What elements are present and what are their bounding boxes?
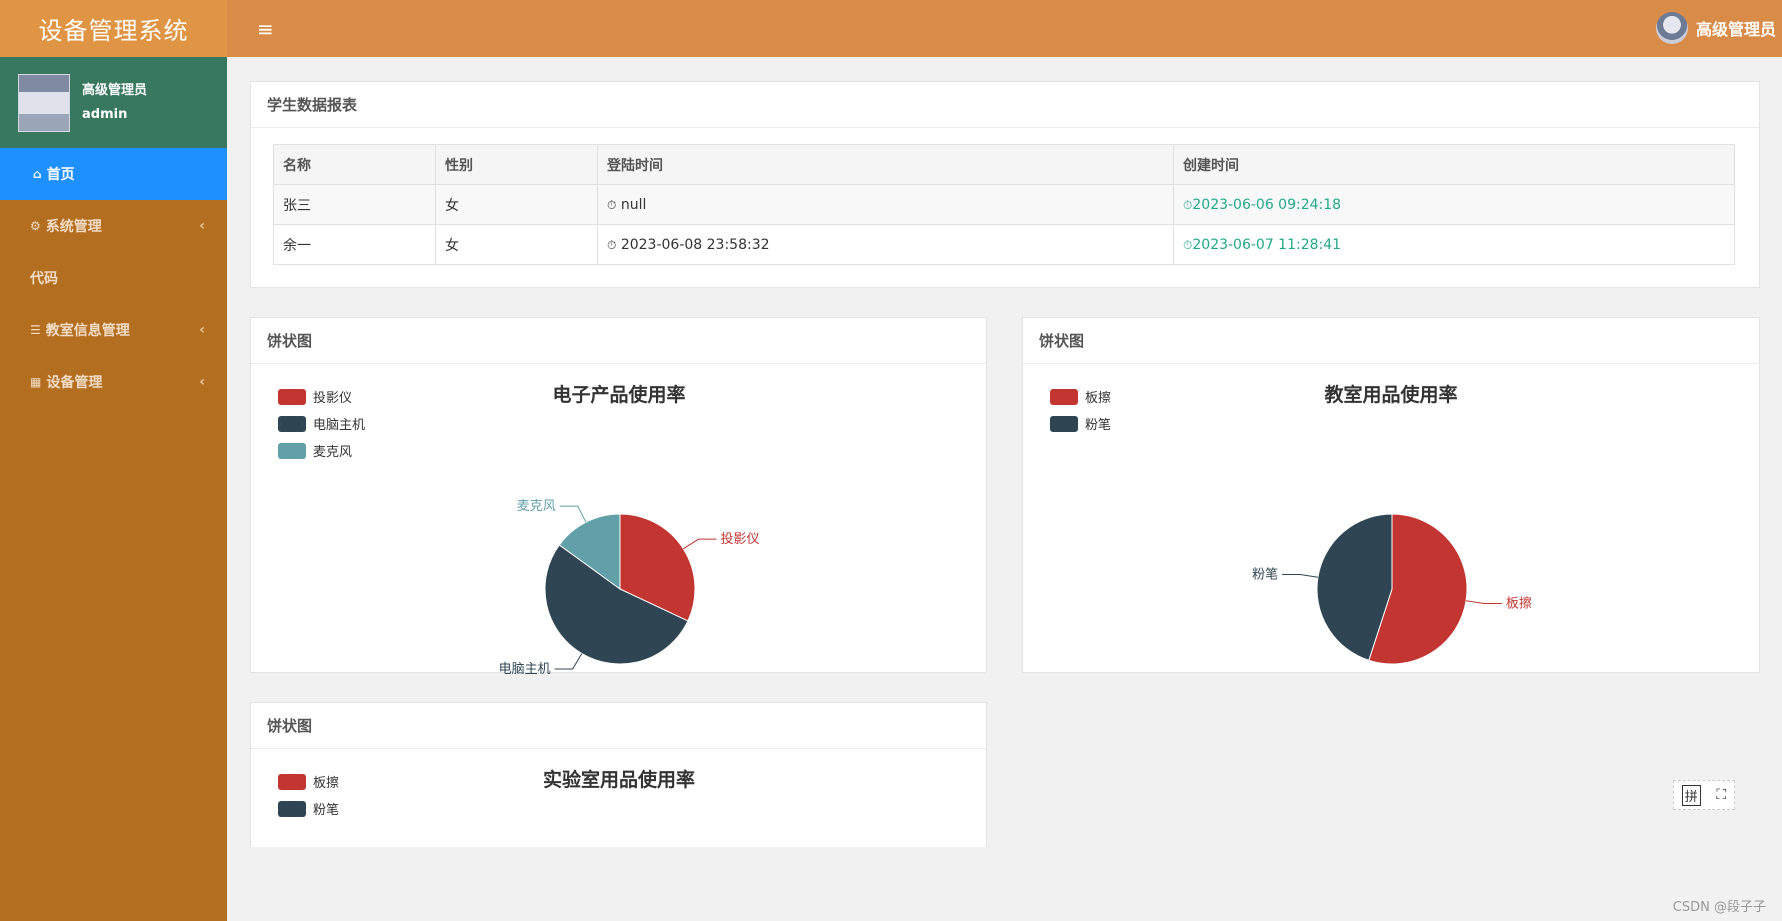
report-table: 名称 性别 登陆时间 创建时间 张三 女 ⏱ null ⏱2023-06-06 …: [273, 144, 1735, 265]
slice-label: 板擦: [1506, 597, 1532, 612]
sidebar-item-label: 设备管理: [46, 375, 103, 391]
pie-panel-3: 饼状图 板擦 粉笔 实验室用品使用率: [250, 702, 987, 847]
chart-legend: 板擦 粉笔: [278, 768, 339, 822]
legend-item[interactable]: 粉笔: [278, 795, 339, 822]
ime-pinyin-icon[interactable]: 拼: [1681, 784, 1701, 806]
chevron-left-icon: ‹: [199, 322, 205, 338]
sidebar-item-label: 教室信息管理: [45, 323, 130, 339]
panel-title: 饼状图: [251, 703, 986, 749]
table-icon: ▦: [30, 375, 42, 389]
sidebar-item-label: 代码: [30, 271, 58, 287]
menu-toggle-icon[interactable]: ≡: [257, 17, 274, 41]
slice-label: 粉笔: [1252, 566, 1278, 582]
cell-gender: 女: [435, 184, 598, 225]
user-name: 高级管理员: [1695, 20, 1776, 39]
ime-toolbar[interactable]: 拼 ⛶: [1673, 780, 1735, 810]
column-header: 名称: [273, 144, 436, 185]
cell-name: 余一: [273, 224, 436, 265]
label-line: [1465, 600, 1502, 605]
column-header: 性别: [435, 144, 598, 185]
label-line: [554, 653, 583, 670]
slice-label: 投影仪: [721, 531, 760, 547]
column-header: 登陆时间: [597, 144, 1174, 185]
pie-chart: 板擦 粉笔: [1252, 513, 1532, 665]
sidebar-item-label: 首页: [46, 167, 75, 183]
clock-icon: ⏱: [1183, 237, 1193, 252]
sidebar-item-equipment[interactable]: ▦ 设备管理 ‹: [0, 356, 227, 408]
sidebar-item-classroom[interactable]: ☰ 教室信息管理 ‹: [0, 304, 227, 356]
avatar: [18, 73, 70, 132]
panel-title: 饼状图: [251, 318, 986, 364]
slice-label: 电脑主机: [499, 662, 551, 674]
app-logo[interactable]: 设备管理系统: [0, 0, 227, 57]
cell-login: ⏱ null: [597, 184, 1174, 225]
home-icon: ⌂: [33, 167, 42, 181]
sidebar-item-system[interactable]: ⚙ 系统管理 ‹: [0, 200, 227, 252]
user-menu[interactable]: 高级管理员: [1655, 12, 1776, 44]
user-panel: 高级管理员 admin: [0, 57, 227, 148]
clock-icon: ⏱: [1183, 197, 1193, 212]
legend-item[interactable]: 板擦: [278, 768, 339, 795]
sidebar-item-label: 系统管理: [45, 219, 102, 235]
report-panel: 学生数据报表 名称 性别 登陆时间 创建时间 张三 女 ⏱ null ⏱2023…: [250, 81, 1760, 288]
avatar: [1655, 12, 1688, 44]
clock-icon: ⏱: [607, 237, 617, 252]
user-role: 高级管理员: [82, 82, 148, 98]
sidebar: 高级管理员 admin ⌂ 首页 ⚙ 系统管理 ‹ 代码 ☰ 教室信息管理 ‹ …: [0, 57, 227, 921]
sidebar-item-home[interactable]: ⌂ 首页: [0, 148, 227, 200]
chart-title: 实验室用品使用率: [542, 769, 695, 791]
label-line: [1282, 573, 1319, 578]
clock-icon: ⏱: [607, 197, 617, 212]
user-username: admin: [82, 106, 128, 122]
cell-created: ⏱2023-06-07 11:28:41: [1173, 224, 1735, 265]
sliders-icon: ☰: [30, 323, 41, 337]
slice-label: 麦克风: [517, 499, 556, 514]
top-navbar: 设备管理系统 ≡ 高级管理员: [0, 0, 1782, 57]
sidebar-item-code[interactable]: 代码: [0, 252, 227, 304]
label-line: [683, 538, 717, 550]
panel-title: 饼状图: [1023, 318, 1759, 364]
cell-login: ⏱ 2023-06-08 23:58:32: [597, 224, 1174, 265]
ime-expand-icon[interactable]: ⛶: [1716, 787, 1726, 803]
pie-chart: 投影仪电脑主机 麦克风: [499, 499, 760, 674]
cell-gender: 女: [435, 224, 598, 265]
chevron-left-icon: ‹: [199, 374, 205, 390]
pie-panel-2: 饼状图 板擦 粉笔 教室用品使用率 板擦 粉笔: [1022, 317, 1760, 673]
table-row: 张三 女 ⏱ null ⏱2023-06-06 09:24:18: [273, 184, 1735, 225]
pie-panel-1: 饼状图 投影仪 电脑主机 麦克风 电子产品使用率 投影仪 电脑主机 麦克风: [250, 317, 987, 674]
gear-icon: ⚙: [30, 219, 41, 233]
panel-title: 学生数据报表: [251, 82, 1759, 128]
label-line: [559, 505, 587, 523]
chevron-left-icon: ‹: [199, 218, 205, 234]
cell-created: ⏱2023-06-06 09:24:18: [1173, 184, 1735, 225]
column-header: 创建时间: [1173, 144, 1735, 185]
cell-name: 张三: [273, 184, 436, 225]
watermark: CSDN @段子子: [1672, 900, 1766, 915]
table-row: 余一 女 ⏱ 2023-06-08 23:58:32 ⏱2023-06-07 1…: [273, 224, 1735, 265]
